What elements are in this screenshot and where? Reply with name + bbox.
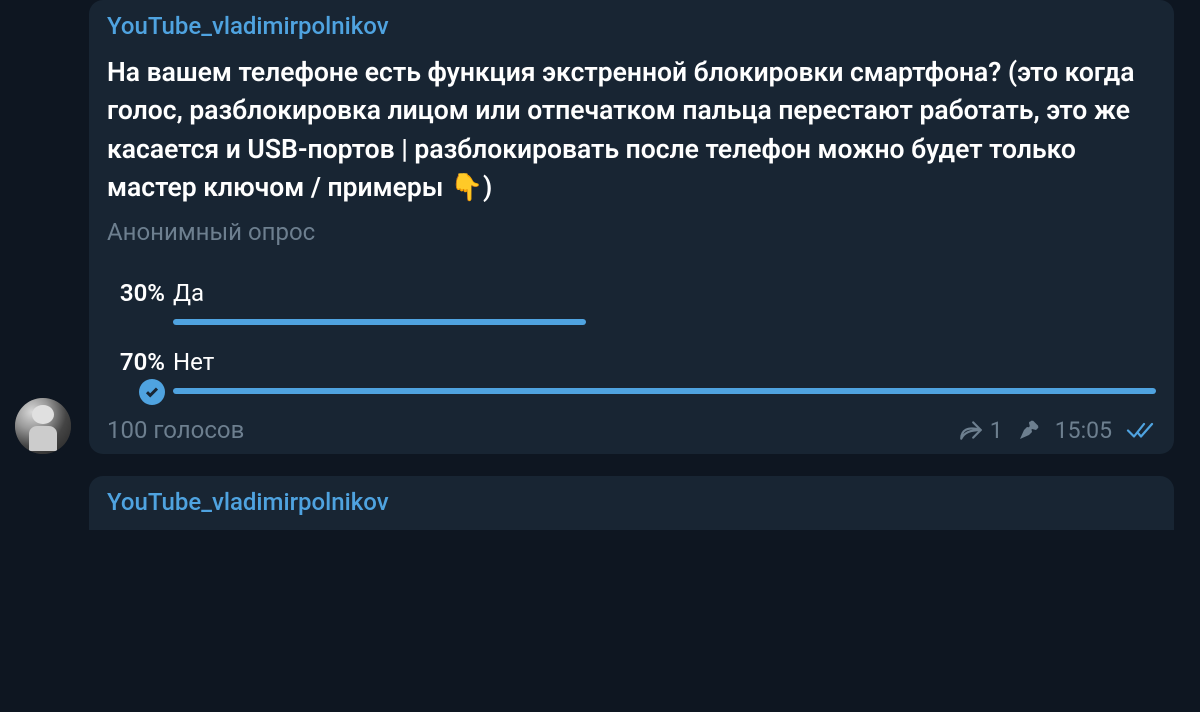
message-footer: 100 голосов 1 [107,416,1156,444]
poll-bar-fill [173,388,1156,394]
avatar[interactable] [15,398,71,454]
footer-right: 1 15:05 [958,417,1156,444]
message-row-2: YouTube_vladimirpolnikov [0,476,1200,530]
avatar-column [15,398,71,454]
share-icon [958,417,984,443]
share-group[interactable]: 1 [958,417,1003,444]
message-bubble: YouTube_vladimirpolnikov На вашем телефо… [89,0,1174,454]
poll-option-body: Да [173,278,1156,325]
poll-options: 30% Да 70% Нет [107,278,1156,394]
message-time: 15:05 [1055,417,1112,444]
pin-icon[interactable] [1017,418,1041,442]
votes-count: 100 голосов [107,416,244,444]
message-row-1: YouTube_vladimirpolnikov На вашем телефо… [0,0,1200,454]
share-count: 1 [990,417,1003,444]
poll-percent: 30% [107,278,173,309]
poll-option-2[interactable]: 70% Нет [107,347,1156,394]
poll-bar-fill [173,319,586,325]
read-status-icon [1126,419,1156,441]
poll-question: На вашем телефоне есть функция экстренно… [107,54,1156,208]
chat-container: YouTube_vladimirpolnikov На вашем телефо… [0,0,1200,712]
message-bubble: YouTube_vladimirpolnikov [89,476,1174,530]
poll-option-1[interactable]: 30% Да [107,278,1156,325]
poll-bar-track [173,319,1156,325]
poll-bar-track [173,388,1156,394]
poll-option-body: Нет [173,347,1156,394]
avatar-image [15,398,71,454]
poll-type-label: Анонимный опрос [107,218,1156,246]
poll-percent: 70% [107,347,173,378]
poll-option-label: Да [173,278,1156,309]
poll-option-label: Нет [173,347,1156,378]
channel-name[interactable]: YouTube_vladimirpolnikov [107,488,1156,516]
vote-check-icon [139,379,165,405]
channel-name[interactable]: YouTube_vladimirpolnikov [107,12,1156,40]
